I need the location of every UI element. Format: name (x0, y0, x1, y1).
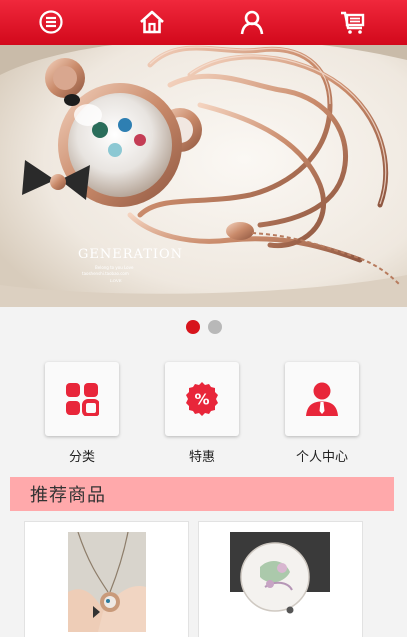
necklace-product-image: GENERATION Belong to you Love taoshenshi… (0, 45, 407, 307)
quick-item-category[interactable]: 分类 (45, 362, 119, 465)
percent-badge-icon: % (186, 382, 218, 416)
carousel-indicators (0, 320, 407, 334)
cart-icon (341, 11, 365, 34)
menu-icon (39, 10, 63, 34)
banner-url-text: taoshenshi.taobao.com (82, 271, 129, 276)
quick-item-deals[interactable]: % 特惠 (165, 362, 239, 465)
grid-icon (66, 383, 99, 416)
product-card[interactable] (24, 521, 189, 637)
quick-item-profile[interactable]: 个人中心 (285, 362, 359, 465)
home-icon (140, 10, 164, 34)
user-button[interactable] (237, 7, 267, 37)
user-icon (240, 10, 264, 35)
product-image (68, 532, 146, 632)
svg-text:%: % (194, 391, 209, 409)
cart-button[interactable] (338, 7, 368, 37)
recommended-section-header: 推荐商品 (10, 477, 394, 511)
quick-item-label: 个人中心 (295, 450, 348, 465)
quick-item-label: 特惠 (188, 450, 215, 465)
banner-tagline: Belong to you Love (95, 265, 134, 270)
section-title: 推荐商品 (30, 485, 106, 506)
carousel-dot-2[interactable] (207, 320, 222, 334)
deals-tile[interactable]: % (165, 362, 239, 436)
home-button[interactable] (137, 7, 167, 37)
carousel-dot-1[interactable] (185, 320, 200, 334)
category-tile[interactable] (45, 362, 119, 436)
product-card[interactable] (198, 521, 363, 637)
top-nav-bar (0, 0, 407, 45)
page: GENERATION Belong to you Love taoshenshi… (0, 0, 407, 637)
menu-button[interactable] (36, 7, 66, 37)
profile-tile[interactable] (285, 362, 359, 436)
product-image (230, 532, 330, 632)
quick-item-label: 分类 (68, 450, 95, 465)
banner-brand-text: GENERATION (78, 247, 183, 262)
quick-menu: 分类 % 特惠 个人中心 (0, 362, 407, 465)
banner-carousel-slide[interactable]: GENERATION Belong to you Love taoshenshi… (0, 45, 407, 307)
banner-small-text: LOVE (110, 278, 122, 283)
person-icon (306, 382, 338, 416)
